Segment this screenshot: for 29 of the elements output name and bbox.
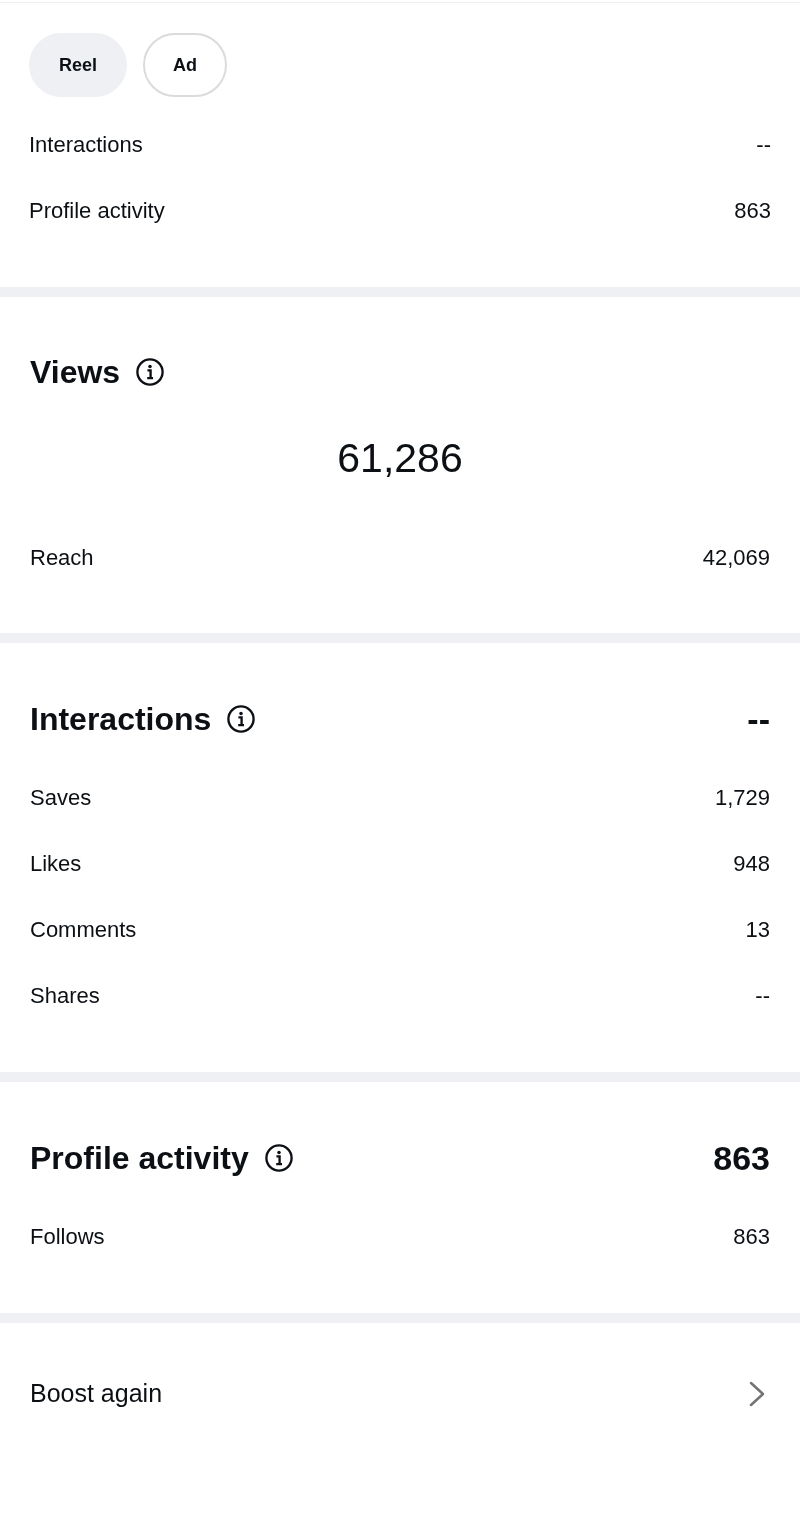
metric-value: 42,069 [702,543,770,572]
boost-again-row[interactable]: Boost again [30,1361,770,1427]
total-value: 61,286 [337,434,463,484]
metric-value: 948 [733,849,770,878]
metric-value: -- [756,130,771,159]
total-value: 863 [713,1137,770,1179]
metric-value: 863 [734,196,771,225]
filter-chip[interactable]: Reel [29,33,128,97]
metric-label: Likes [30,849,82,878]
metric-label: Interactions [29,130,143,159]
metric-value: -- [755,981,770,1010]
metric-label: Saves [30,783,92,812]
total-value: -- [747,698,770,740]
metric-value: 13 [745,915,770,944]
info-icon[interactable] [264,1144,293,1172]
metric-label: Reach [30,543,94,572]
info-icon[interactable] [227,705,256,733]
section-title: Interactions [30,700,212,739]
metric-label: Profile activity [29,196,165,225]
filter-chip[interactable]: Ad [143,33,228,97]
chevron-right-icon [749,1381,765,1407]
section-title: Profile activity [30,1139,249,1178]
metric-value: 1,729 [714,783,770,812]
metric-label: Shares [30,981,100,1010]
section-title: Views [30,353,121,392]
metric-label: Comments [30,915,137,944]
info-icon[interactable] [136,358,165,386]
metric-value: 863 [733,1222,770,1251]
metric-label: Follows [30,1222,105,1251]
